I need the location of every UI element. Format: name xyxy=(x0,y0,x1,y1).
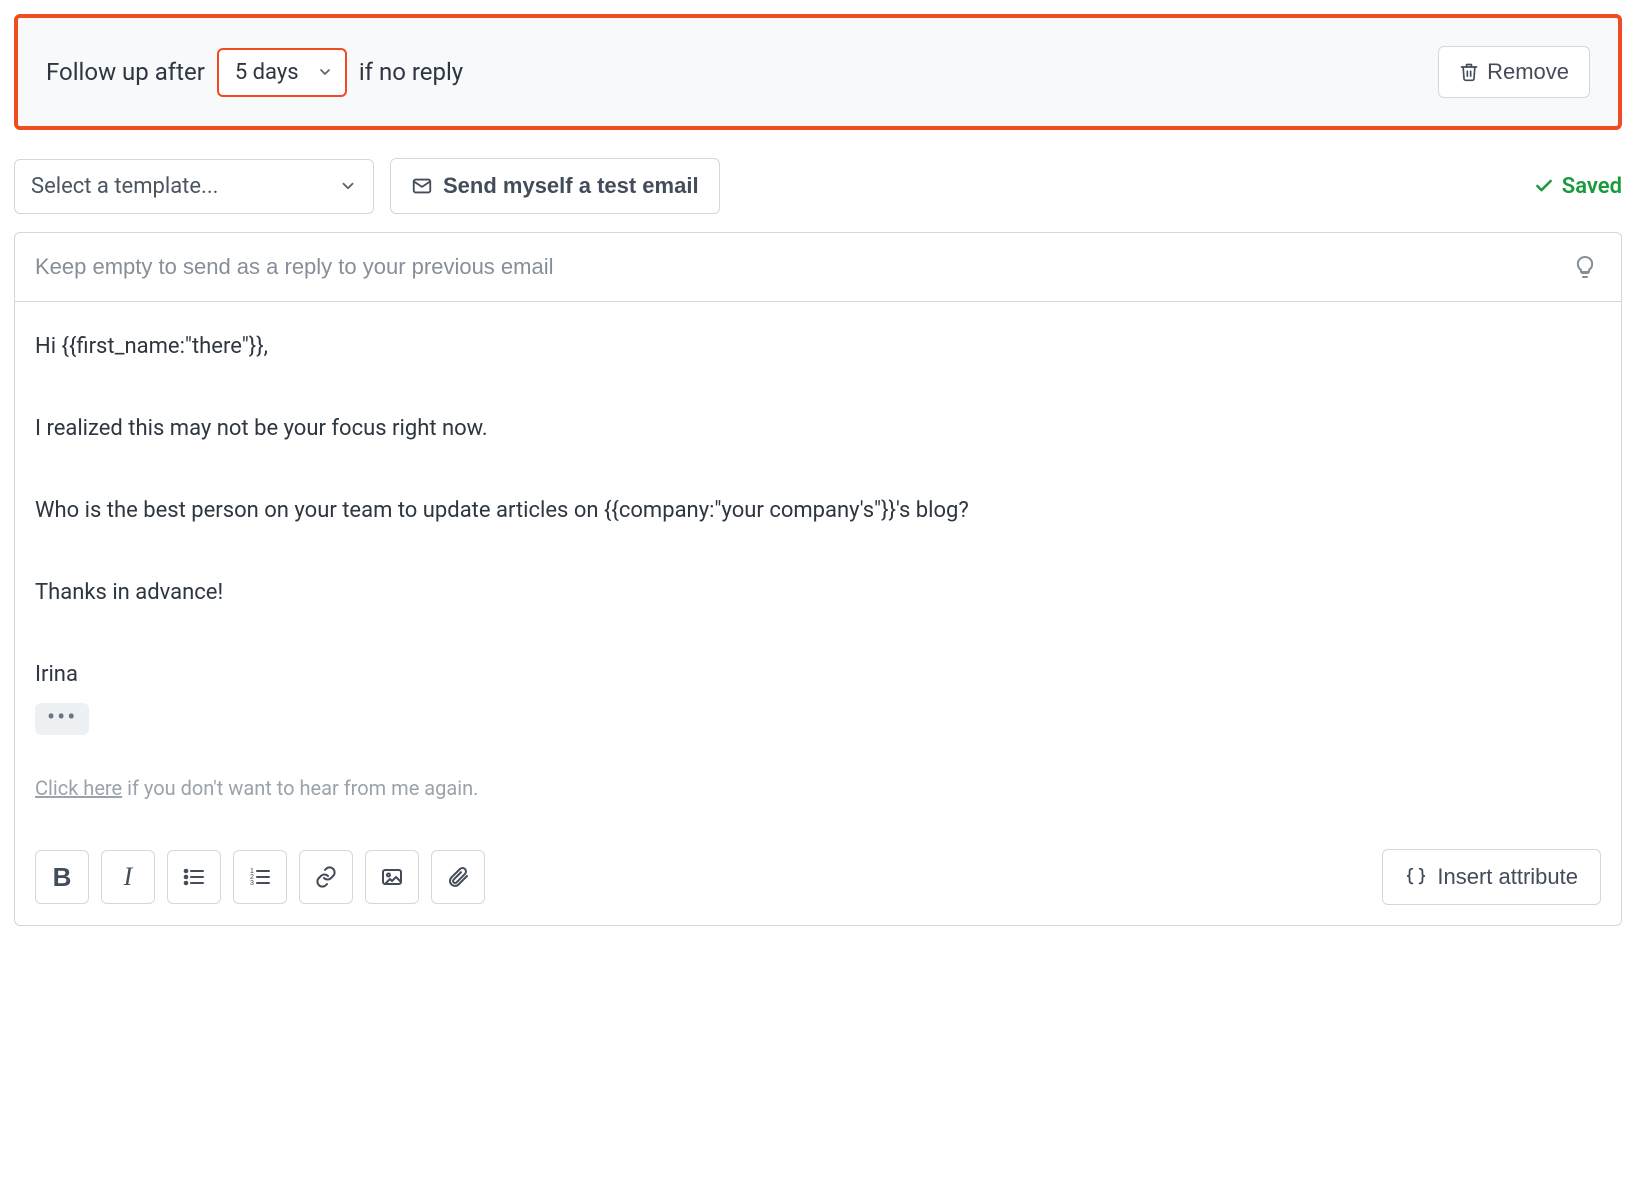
toolbar-left: B I 123 xyxy=(35,850,485,904)
unsubscribe-line: Click here if you don't want to hear fro… xyxy=(35,773,1601,804)
unordered-list-button[interactable] xyxy=(167,850,221,904)
remove-label: Remove xyxy=(1487,59,1569,85)
body-paragraph: Hi {{first_name:"there"}}, xyxy=(35,330,1601,364)
editor-card: Hi {{first_name:"there"}}, I realized th… xyxy=(14,232,1622,926)
trash-icon xyxy=(1459,62,1479,82)
followup-delay-value: 5 days xyxy=(235,60,299,85)
insert-attribute-button[interactable]: Insert attribute xyxy=(1382,849,1601,905)
link-button[interactable] xyxy=(299,850,353,904)
template-select[interactable]: Select a template... xyxy=(14,159,374,214)
body-paragraph: Who is the best person on your team to u… xyxy=(35,494,1601,528)
italic-button[interactable]: I xyxy=(101,850,155,904)
bold-icon: B xyxy=(53,862,72,893)
followup-delay-select[interactable]: 5 days xyxy=(217,48,347,97)
subject-row xyxy=(15,233,1621,302)
bold-button[interactable]: B xyxy=(35,850,89,904)
envelope-icon xyxy=(411,175,433,197)
followup-bar: Follow up after 5 days if no reply Remov… xyxy=(14,14,1622,130)
body-paragraph: I realized this may not be your focus ri… xyxy=(35,412,1601,446)
chevron-down-icon xyxy=(317,64,333,80)
unsubscribe-text: if you don't want to hear from me again. xyxy=(122,776,478,800)
link-icon xyxy=(314,865,338,889)
email-body[interactable]: Hi {{first_name:"there"}}, I realized th… xyxy=(15,302,1621,849)
paperclip-icon xyxy=(446,865,470,889)
suggestions-button[interactable] xyxy=(1569,251,1601,283)
send-test-email-button[interactable]: Send myself a test email xyxy=(390,158,720,214)
expand-signature-button[interactable]: ••• xyxy=(35,703,89,735)
list-ul-icon xyxy=(182,865,206,889)
body-paragraph: Thanks in advance! xyxy=(35,576,1601,610)
subject-input[interactable] xyxy=(35,254,1569,280)
image-button[interactable] xyxy=(365,850,419,904)
followup-prefix: Follow up after xyxy=(46,58,205,86)
template-placeholder: Select a template... xyxy=(31,174,218,199)
editor-toolbar: B I 123 xyxy=(15,849,1621,925)
list-ol-icon: 123 xyxy=(248,865,272,889)
unsubscribe-link[interactable]: Click here xyxy=(35,776,122,800)
italic-icon: I xyxy=(124,862,133,892)
attachment-button[interactable] xyxy=(431,850,485,904)
saved-indicator: Saved xyxy=(1534,174,1622,199)
svg-text:3: 3 xyxy=(250,880,254,887)
ordered-list-button[interactable]: 123 xyxy=(233,850,287,904)
check-icon xyxy=(1534,176,1554,196)
body-signature: Irina xyxy=(35,658,1601,692)
controls-left: Select a template... Send myself a test … xyxy=(14,158,720,214)
chevron-down-icon xyxy=(339,177,357,195)
braces-icon xyxy=(1405,866,1427,888)
lightbulb-icon xyxy=(1573,255,1597,279)
send-test-email-label: Send myself a test email xyxy=(443,173,699,199)
controls-row: Select a template... Send myself a test … xyxy=(14,158,1622,214)
followup-suffix: if no reply xyxy=(359,58,463,86)
remove-button[interactable]: Remove xyxy=(1438,46,1590,98)
image-icon xyxy=(380,865,404,889)
insert-attribute-label: Insert attribute xyxy=(1437,864,1578,890)
followup-left: Follow up after 5 days if no reply xyxy=(46,48,463,97)
saved-label: Saved xyxy=(1562,174,1622,199)
